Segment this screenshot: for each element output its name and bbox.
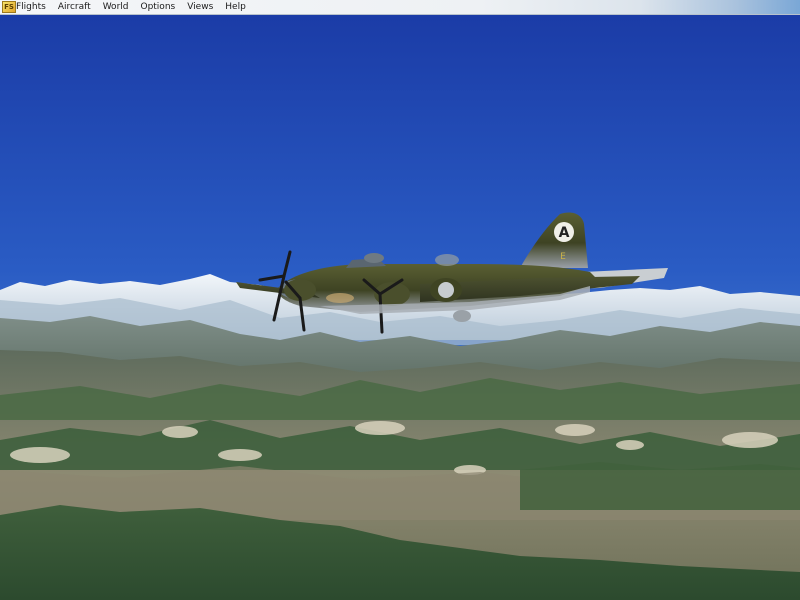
engine-cowl-3 xyxy=(438,282,454,298)
ball-turret xyxy=(453,310,471,322)
bomber-aircraft: A E xyxy=(236,212,668,334)
dorsal-blister xyxy=(435,254,459,266)
menu-flights[interactable]: Flights xyxy=(16,0,52,15)
flight-simulator-app-icon[interactable]: FS xyxy=(2,1,16,13)
tail-code: E xyxy=(560,252,566,262)
tail-fin xyxy=(520,212,588,268)
menu-views[interactable]: Views xyxy=(181,0,219,15)
menu-help[interactable]: Help xyxy=(219,0,252,15)
top-turret xyxy=(364,253,384,263)
nose-art xyxy=(326,293,354,303)
menu-bar: FS Flights Aircraft World Options Views … xyxy=(0,0,800,15)
menu-options[interactable]: Options xyxy=(134,0,181,15)
menu-aircraft[interactable]: Aircraft xyxy=(52,0,97,15)
flight-view[interactable]: A E FS Flights Aircraft World Options Vi… xyxy=(0,0,800,600)
menu-world[interactable]: World xyxy=(97,0,135,15)
tail-letter: A xyxy=(559,225,570,241)
